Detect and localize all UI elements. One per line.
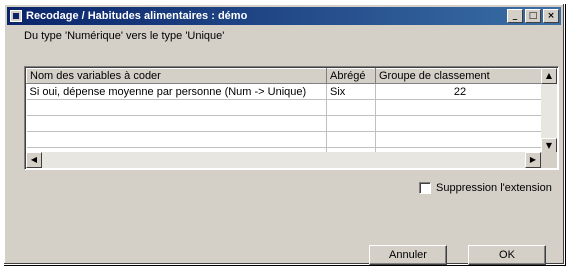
ok-button[interactable]: OK (468, 245, 546, 265)
table-row[interactable] (26, 115, 545, 132)
scroll-up-icon[interactable]: ▲ (541, 68, 557, 84)
scroll-right-icon[interactable]: ▶ (525, 152, 541, 168)
variables-grid[interactable]: Nom des variables à coder Abrégé Groupe … (24, 66, 559, 170)
close-button[interactable]: × (543, 9, 559, 23)
vertical-scrollbar[interactable]: ▲ ▼ (541, 68, 557, 154)
table-row[interactable] (26, 99, 545, 116)
scrollbar-corner (541, 152, 557, 168)
table-row[interactable] (26, 131, 545, 148)
header-group[interactable]: Groupe de classement (375, 68, 545, 84)
scroll-left-icon[interactable]: ◀ (26, 152, 42, 168)
header-variable-name[interactable]: Nom des variables à coder (26, 68, 327, 84)
app-icon (10, 10, 22, 22)
minimize-button[interactable]: _ (507, 9, 523, 23)
window-title: Recodage / Habitudes alimentaires : démo (26, 10, 248, 22)
maximize-button[interactable]: □ (525, 9, 541, 23)
title-bar[interactable]: Recodage / Habitudes alimentaires : démo… (7, 7, 561, 25)
table-row[interactable]: Si oui, dépense moyenne par personne (Nu… (26, 83, 545, 100)
recodage-dialog: Recodage / Habitudes alimentaires : démo… (3, 3, 565, 265)
suppression-option[interactable]: Suppression l'extension (419, 182, 552, 194)
horizontal-scrollbar[interactable]: ◀ ▶ (26, 152, 541, 168)
conversion-description: Du type 'Numérique' vers le type 'Unique… (24, 30, 225, 42)
cell-variable-name[interactable]: Si oui, dépense moyenne par personne (Nu… (26, 83, 327, 100)
cell-abbreviation[interactable]: Six (326, 83, 376, 100)
suppression-label: Suppression l'extension (436, 182, 552, 194)
suppression-checkbox[interactable] (419, 182, 431, 194)
header-abbreviation[interactable]: Abrégé (326, 68, 376, 84)
cancel-button[interactable]: Annuler (369, 245, 447, 265)
grid-header-row: Nom des variables à coder Abrégé Groupe … (26, 68, 545, 84)
cell-group[interactable]: 22 (375, 83, 545, 100)
